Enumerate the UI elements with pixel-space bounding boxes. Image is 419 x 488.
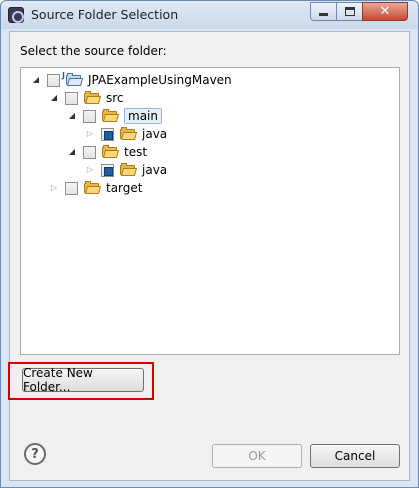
tree-item-test[interactable]: ◢ test [67, 143, 147, 161]
expanded-arrow-icon[interactable]: ◢ [67, 147, 77, 157]
tree-item-target[interactable]: ▷ target [49, 179, 143, 197]
tree-checkbox[interactable] [47, 73, 60, 87]
prompt-label: Select the source folder: [20, 44, 167, 58]
tree-item-project[interactable]: ◢ J JPAExampleUsingMaven [31, 71, 232, 89]
folder-icon [84, 91, 102, 104]
tree-item-src[interactable]: ◢ src [49, 89, 124, 107]
tree-checkbox[interactable] [65, 181, 78, 195]
tree-checkbox[interactable] [65, 91, 78, 105]
title-bar[interactable]: Source Folder Selection ✕ [1, 1, 418, 29]
folder-icon [102, 109, 120, 122]
expanded-arrow-icon[interactable]: ◢ [67, 111, 77, 121]
minimize-icon [319, 13, 328, 16]
minimize-button[interactable] [310, 2, 337, 21]
tree-item-main[interactable]: ◢ main [67, 107, 162, 125]
close-button[interactable]: ✕ [362, 2, 408, 21]
folder-icon [84, 181, 102, 194]
tree-item-label: java [142, 163, 168, 177]
collapsed-arrow-icon[interactable]: ▷ [85, 165, 95, 175]
folder-icon [102, 145, 120, 158]
tree-item-test-java[interactable]: ▷ java [85, 161, 167, 179]
collapsed-arrow-icon[interactable]: ▷ [85, 129, 95, 139]
tree-item-label: target [106, 181, 143, 195]
collapsed-arrow-icon[interactable]: ▷ [49, 183, 59, 193]
create-new-folder-button[interactable]: Create New Folder... [22, 366, 144, 394]
tree-item-main-java[interactable]: ▷ java [85, 125, 167, 143]
tree-item-label: JPAExampleUsingMaven [88, 73, 232, 87]
tree-checkbox[interactable] [101, 163, 114, 177]
window-title: Source Folder Selection [31, 7, 179, 22]
tree-item-label: main [124, 108, 162, 124]
tree-checkbox[interactable] [83, 145, 96, 159]
dialog-window: Source Folder Selection ✕ Select the sou… [0, 0, 419, 488]
ok-button[interactable]: OK [212, 444, 302, 468]
project-folder-icon: J [62, 71, 84, 86]
folder-icon [120, 163, 138, 176]
tree-item-label: test [124, 145, 148, 159]
expanded-arrow-icon[interactable]: ◢ [31, 75, 41, 85]
expanded-arrow-icon[interactable]: ◢ [49, 93, 59, 103]
help-icon[interactable]: ? [24, 443, 46, 465]
folder-tree[interactable]: ◢ J JPAExampleUsingMaven ◢ src ◢ main ▷ … [20, 67, 400, 355]
maximize-icon [344, 7, 355, 16]
tree-checkbox[interactable] [101, 127, 114, 141]
maximize-button[interactable] [336, 2, 363, 21]
tree-item-label: src [106, 91, 124, 105]
dialog-body: Select the source folder: ◢ J JPAExample… [8, 31, 410, 481]
close-icon: ✕ [379, 4, 391, 19]
cancel-button[interactable]: Cancel [310, 444, 400, 468]
folder-icon [120, 127, 138, 140]
tree-checkbox[interactable] [83, 109, 96, 123]
app-icon [8, 7, 24, 23]
tree-item-label: java [142, 127, 168, 141]
